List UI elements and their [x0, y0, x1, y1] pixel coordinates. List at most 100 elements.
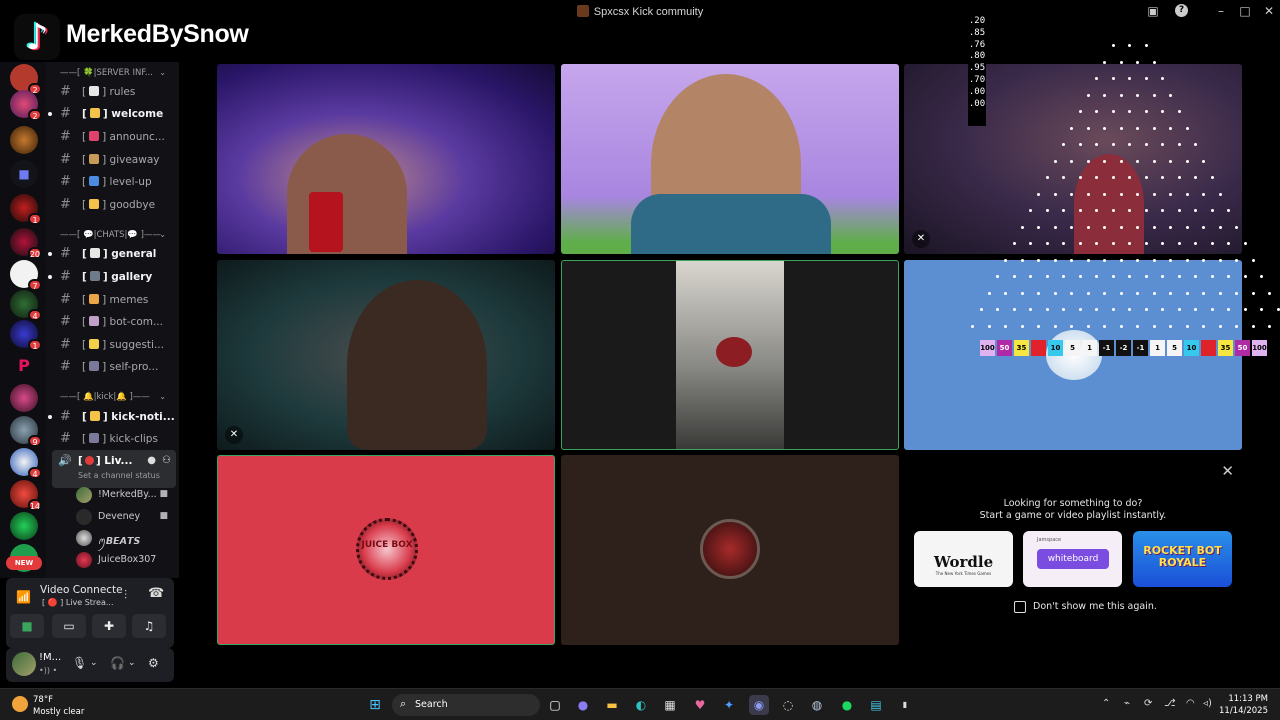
app-icon[interactable]: ◌ [778, 695, 798, 715]
screen-share-button[interactable]: ▭ [52, 614, 86, 638]
epic-games-icon[interactable]: ▮ [895, 695, 915, 715]
clock[interactable]: 11:13 PM 11/14/2025 [1219, 693, 1268, 717]
voice-status[interactable]: Video Connecte [40, 584, 123, 596]
voice-channel-link[interactable]: [ 🔴 ] Live Strea... [42, 598, 114, 607]
start-icon[interactable]: ⊞ [365, 695, 385, 715]
video-tile-avatar[interactable] [561, 455, 899, 645]
server-icon[interactable]: 20 [10, 228, 42, 259]
tray-icon[interactable]: ⟳ [1144, 698, 1152, 709]
activity-card-whiteboard[interactable]: whiteboard Jamspace [1023, 531, 1122, 587]
plinko-peg [1144, 44, 1148, 47]
voice-user[interactable]: !MerkedBy... ■ [76, 485, 176, 505]
tray-icon[interactable]: ⎇ [1164, 698, 1176, 709]
help-icon[interactable]: ? [1175, 4, 1188, 17]
channel-kick-notifications[interactable]: # [] kick-noti... [46, 407, 179, 427]
activity-card-wordle[interactable]: Wordle The New York Times Games [914, 531, 1013, 587]
category-chats[interactable]: ——[ 💬|CHATS|💬 ]—— ⌄ [60, 230, 176, 244]
server-icon[interactable]: 1 [10, 320, 42, 351]
chevron-up-icon[interactable]: ⌃ [1102, 698, 1110, 709]
channel-gallery[interactable]: # [] gallery [46, 267, 179, 287]
invite-icon[interactable]: ⚇ [162, 455, 171, 466]
disconnect-icon[interactable]: ☎ [148, 586, 164, 601]
channel-self-promo[interactable]: # [] self-pro... [46, 357, 179, 377]
channel-rules[interactable]: # [] rules [46, 82, 179, 102]
video-tile[interactable]: ✕ [217, 260, 555, 450]
soundboard-button[interactable]: ♫ [132, 614, 166, 638]
file-explorer-icon[interactable]: ▬ [602, 695, 622, 715]
close-icon[interactable]: ✕ [1221, 462, 1234, 480]
dont-show-label[interactable]: Don't show me this again. [1033, 601, 1157, 612]
video-tile[interactable]: ✕ [904, 64, 1242, 254]
server-icon[interactable] [10, 512, 38, 540]
spotify-icon[interactable]: ● [837, 695, 857, 715]
video-tile-juicebox[interactable]: JUICE BOX [217, 455, 555, 645]
chat-icon[interactable]: ● [147, 455, 156, 466]
discord-icon[interactable]: ◉ [749, 695, 769, 715]
server-icon[interactable]: P [10, 352, 38, 380]
server-icon[interactable]: 1 [10, 194, 42, 225]
channel-goodbye[interactable]: # [] goodbye [46, 195, 179, 215]
weather-condition: Mostly clear [33, 707, 85, 717]
settings-icon[interactable]: ⚙ [148, 656, 159, 670]
chevron-down-icon[interactable]: ⌄ [90, 658, 98, 668]
task-view-icon[interactable]: ▢ [545, 695, 565, 715]
app-icon[interactable]: ♥ [690, 695, 710, 715]
minimize-button[interactable]: – [1213, 3, 1229, 19]
video-tile[interactable] [217, 64, 555, 254]
server-icon[interactable]: 14 [10, 480, 42, 511]
participant-video [287, 134, 407, 254]
score-value: .80 [968, 51, 986, 62]
video-tile[interactable] [561, 64, 899, 254]
folder-icon[interactable]: ■ [10, 160, 38, 188]
tray-icon[interactable]: ⌁ [1124, 698, 1130, 709]
channel-general[interactable]: # [] general [46, 244, 179, 264]
maximize-button[interactable]: □ [1237, 3, 1253, 19]
server-icon[interactable]: 4 [10, 448, 42, 479]
channel-giveaway[interactable]: # [] giveaway [46, 150, 179, 170]
multiplier-slot: 1 [1150, 340, 1165, 356]
avatar[interactable] [12, 652, 36, 676]
wifi-icon[interactable]: ◠ [1186, 698, 1195, 709]
category-kick[interactable]: ——[ 🔔|kick|🔔 ]—— ⌄ [60, 392, 176, 406]
server-icon[interactable]: 2 [10, 64, 42, 95]
store-icon[interactable]: ▦ [660, 695, 680, 715]
steam-icon[interactable]: ◍ [807, 695, 827, 715]
close-button[interactable]: ✕ [1261, 3, 1277, 19]
server-icon[interactable]: 2 [10, 90, 42, 121]
voice-user[interactable]: ꪑ𝘽𝙀𝘼𝙏𝙎 [76, 528, 176, 548]
inbox-icon[interactable]: ▣ [1145, 3, 1161, 19]
server-icon[interactable]: 9 [10, 416, 42, 447]
channel-announcements[interactable]: # [] announc... [46, 127, 179, 147]
voice-user[interactable]: JuiceBox307 [76, 550, 176, 570]
microphone-icon[interactable]: 🎙 [72, 656, 87, 670]
noise-suppression-icon[interactable]: ⫶ [124, 588, 127, 603]
notepad-icon[interactable]: ▤ [866, 695, 886, 715]
voice-channel-live[interactable]: 🔊 [] Liv... ● ⚇ Set a channel status [52, 450, 176, 488]
server-icon[interactable] [10, 126, 38, 154]
channel-suggestions[interactable]: # [] suggesti... [46, 335, 179, 355]
edge-icon[interactable]: ◐ [631, 695, 651, 715]
channel-memes[interactable]: # [] memes [46, 290, 179, 310]
headphones-icon[interactable]: 🎧 [110, 656, 125, 670]
channel-bot-commands[interactable]: # [] bot-com... [46, 312, 179, 332]
server-icon[interactable]: 7 [10, 260, 42, 291]
category-server-info[interactable]: ——[ 🍀|SERVER INF... ⌄ [60, 68, 176, 82]
server-icon[interactable] [10, 384, 38, 412]
activities-button[interactable]: ✚ [92, 614, 126, 638]
dont-show-checkbox[interactable] [1014, 601, 1026, 613]
server-icon[interactable]: 4 [10, 290, 42, 321]
channel-kick-clips[interactable]: # [] kick-clips [46, 429, 179, 449]
channel-status[interactable]: Set a channel status [78, 471, 160, 480]
channel-welcome[interactable]: # [] welcome [46, 104, 179, 124]
volume-icon[interactable]: ◃) [1203, 698, 1212, 709]
teams-icon[interactable]: ● [573, 695, 593, 715]
voice-user[interactable]: Deveney ■ [76, 507, 176, 527]
activity-card-rocket-bot[interactable]: ROCKET BOT ROYALE [1133, 531, 1232, 587]
camera-button[interactable]: ■ [10, 614, 44, 638]
chevron-down-icon[interactable]: ⌄ [128, 658, 136, 668]
search-box[interactable]: ⌕ Search [392, 694, 540, 716]
copilot-icon[interactable]: ✦ [719, 695, 739, 715]
channel-level-up[interactable]: # [] level-up [46, 172, 179, 192]
video-tile-speaking[interactable] [561, 260, 899, 450]
signal-icon: 📶 [16, 590, 31, 604]
